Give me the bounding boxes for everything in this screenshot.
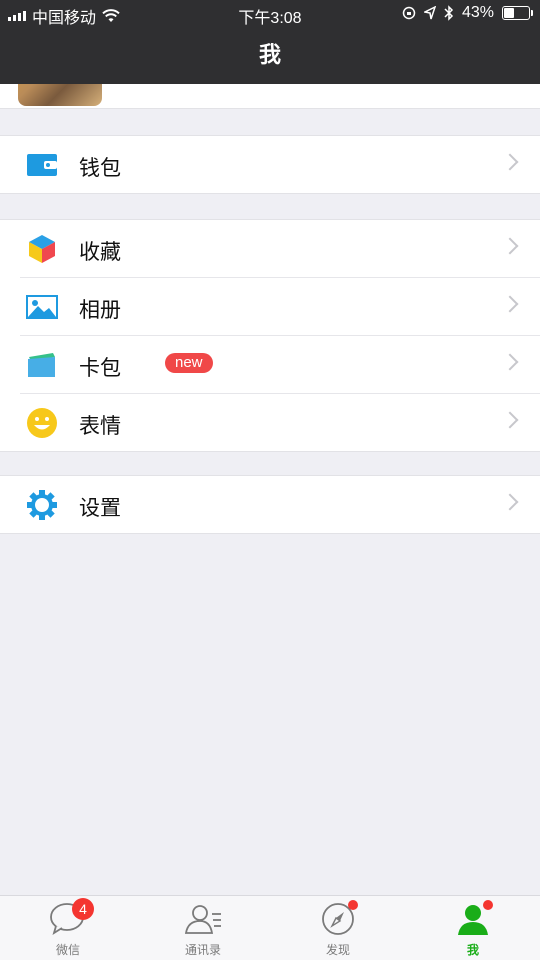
tab-bar: 4 微信 通讯录 发现 我 [0,895,540,960]
chevron-right-icon [501,493,519,511]
page-title: 我 [0,28,540,84]
chevron-right-icon [501,353,519,371]
menu-item-favorites[interactable]: 收藏 [0,220,540,277]
menu-item-label: 设置 [79,497,121,520]
image-icon [26,291,58,323]
tab-chats[interactable]: 4 微信 [23,898,113,958]
wallet-group: 钱包 [0,135,540,194]
chevron-right-icon [501,237,519,255]
menu-item-label: 相册 [79,299,121,322]
menu-item-settings[interactable]: 设置 [0,476,540,533]
content-group: 收藏 相册 卡包 new 表情 [0,219,540,452]
tab-label: 微信 [55,943,80,957]
menu-item-label: 钱包 [79,157,121,180]
menu-item-label: 收藏 [79,241,121,264]
card-icon [26,349,58,381]
unread-badge: 4 [72,898,94,920]
new-badge: new [165,353,213,373]
wallet-icon [26,149,58,181]
notification-dot [348,900,358,910]
bluetooth-icon [444,5,454,21]
menu-item-wallet[interactable]: 钱包 [0,136,540,193]
avatar[interactable] [18,84,102,106]
menu-item-album[interactable]: 相册 [20,277,540,335]
menu-item-label: 表情 [79,415,121,438]
settings-group: 设置 [0,475,540,534]
gear-icon [26,489,58,521]
battery-icon [502,6,533,20]
profile-header[interactable] [0,84,540,109]
menu-item-cards[interactable]: 卡包 new [20,335,540,393]
location-icon [423,6,436,20]
tab-discover[interactable]: 发现 [293,900,383,958]
battery-percent: 43% [461,4,494,21]
rotation-lock-icon [402,6,416,20]
tab-label: 通讯录 [184,943,221,957]
chevron-right-icon [501,411,519,429]
cube-icon [26,233,58,265]
notification-dot [483,900,493,910]
contacts-icon [184,905,221,934]
tab-label: 发现 [325,943,350,957]
tab-me[interactable]: 我 [428,900,518,958]
tab-label: 我 [466,943,479,957]
tab-contacts[interactable]: 通讯录 [158,902,248,958]
menu-item-label: 卡包 [79,357,121,380]
menu-item-stickers[interactable]: 表情 [20,393,540,451]
chevron-right-icon [501,295,519,313]
chevron-right-icon [501,153,519,171]
status-bar: 中国移动 下午3:08 43% [0,0,540,28]
smiley-icon [26,407,58,439]
